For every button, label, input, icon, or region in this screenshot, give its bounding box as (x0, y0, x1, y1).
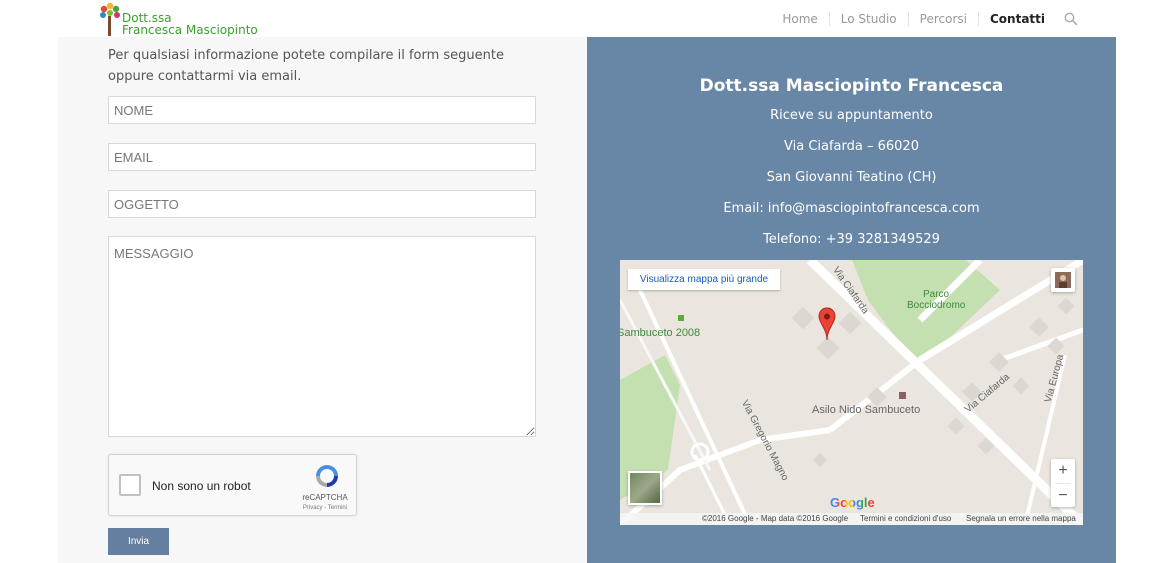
nav-contatti[interactable]: Contatti (977, 11, 1056, 26)
submit-button[interactable]: Invia (108, 528, 169, 555)
contact-title: Dott.ssa Masciopinto Francesca (699, 76, 1004, 96)
form-intro-text: Per qualsiasi informazione potete compil… (108, 48, 504, 84)
map-report-link[interactable]: Segnala un errore nella mappa (966, 513, 1076, 525)
recaptcha-icon (316, 465, 338, 487)
email-input[interactable] (108, 143, 536, 171)
message-textarea[interactable] (108, 236, 536, 437)
main-nav: Home Lo Studio Percorsi Contatti (771, 0, 1078, 37)
site-logo[interactable]: Dott.ssa Francesca Masciopinto (98, 2, 258, 36)
captcha-label: Non sono un robot (152, 479, 251, 493)
logo-line-2: Francesca Masciopinto (122, 23, 258, 37)
contact-city: San Giovanni Teatino (CH) (766, 170, 937, 185)
street-view-pegman-icon[interactable] (1051, 268, 1075, 292)
captcha-links[interactable]: Privacy - Termini (295, 505, 355, 511)
map-label-parco: Parco (923, 289, 950, 300)
zoom-control: + − (1051, 459, 1075, 507)
site-header: Dott.ssa Francesca Masciopinto Home Lo S… (0, 0, 1170, 37)
nav-lo-studio[interactable]: Lo Studio (828, 11, 908, 26)
map-label-asilo: Asilo Nido Sambuceto (812, 404, 921, 416)
nav-percorsi[interactable]: Percorsi (907, 11, 978, 26)
contact-info-panel: Dott.ssa Masciopinto Francesca Riceve su… (587, 37, 1116, 563)
location-pin-icon[interactable] (818, 307, 836, 341)
map-label-bocciodromo: Bocciodromo (907, 300, 966, 311)
view-larger-map-link[interactable]: Visualizza mappa più grande (628, 269, 780, 290)
contact-address: Via Ciafarda – 66020 (784, 139, 919, 154)
captcha-checkbox[interactable] (119, 474, 141, 496)
contact-form-panel: Per qualsiasi informazione potete compil… (58, 37, 587, 563)
subject-input[interactable] (108, 190, 536, 218)
google-map[interactable]: Visualizza mappa più grande Parco Boccio… (620, 260, 1083, 525)
nav-home[interactable]: Home (771, 12, 828, 26)
name-input[interactable] (108, 96, 536, 124)
zoom-in-icon[interactable]: + (1051, 459, 1075, 483)
map-terms-link[interactable]: Termini e condizioni d'uso (860, 513, 951, 525)
map-label-sambuceto: Sambuceto 2008 (620, 327, 701, 339)
captcha-brand: reCAPTCHA (302, 493, 348, 502)
contact-email[interactable]: Email: info@masciopintofrancesca.com (587, 201, 1116, 216)
search-icon[interactable] (1064, 12, 1078, 26)
satellite-toggle[interactable] (628, 471, 662, 505)
school-poi-icon[interactable] (899, 392, 906, 399)
contact-appointment: Riceve su appuntamento (770, 108, 933, 123)
google-logo: Google (830, 495, 875, 510)
tree-logo-icon (100, 2, 120, 36)
map-footer: ©2016 Google - Map data ©2016 Google Ter… (620, 513, 1083, 525)
park-poi-icon[interactable] (678, 315, 684, 321)
recaptcha-widget: Non sono un robot reCAPTCHA Privacy - Te… (108, 454, 357, 516)
pegman-icon (1055, 272, 1071, 288)
zoom-out-icon[interactable]: − (1051, 484, 1075, 508)
map-data-attribution: ©2016 Google - Map data ©2016 Google (702, 514, 849, 523)
contact-phone[interactable]: Telefono: +39 3281349529 (587, 232, 1116, 247)
